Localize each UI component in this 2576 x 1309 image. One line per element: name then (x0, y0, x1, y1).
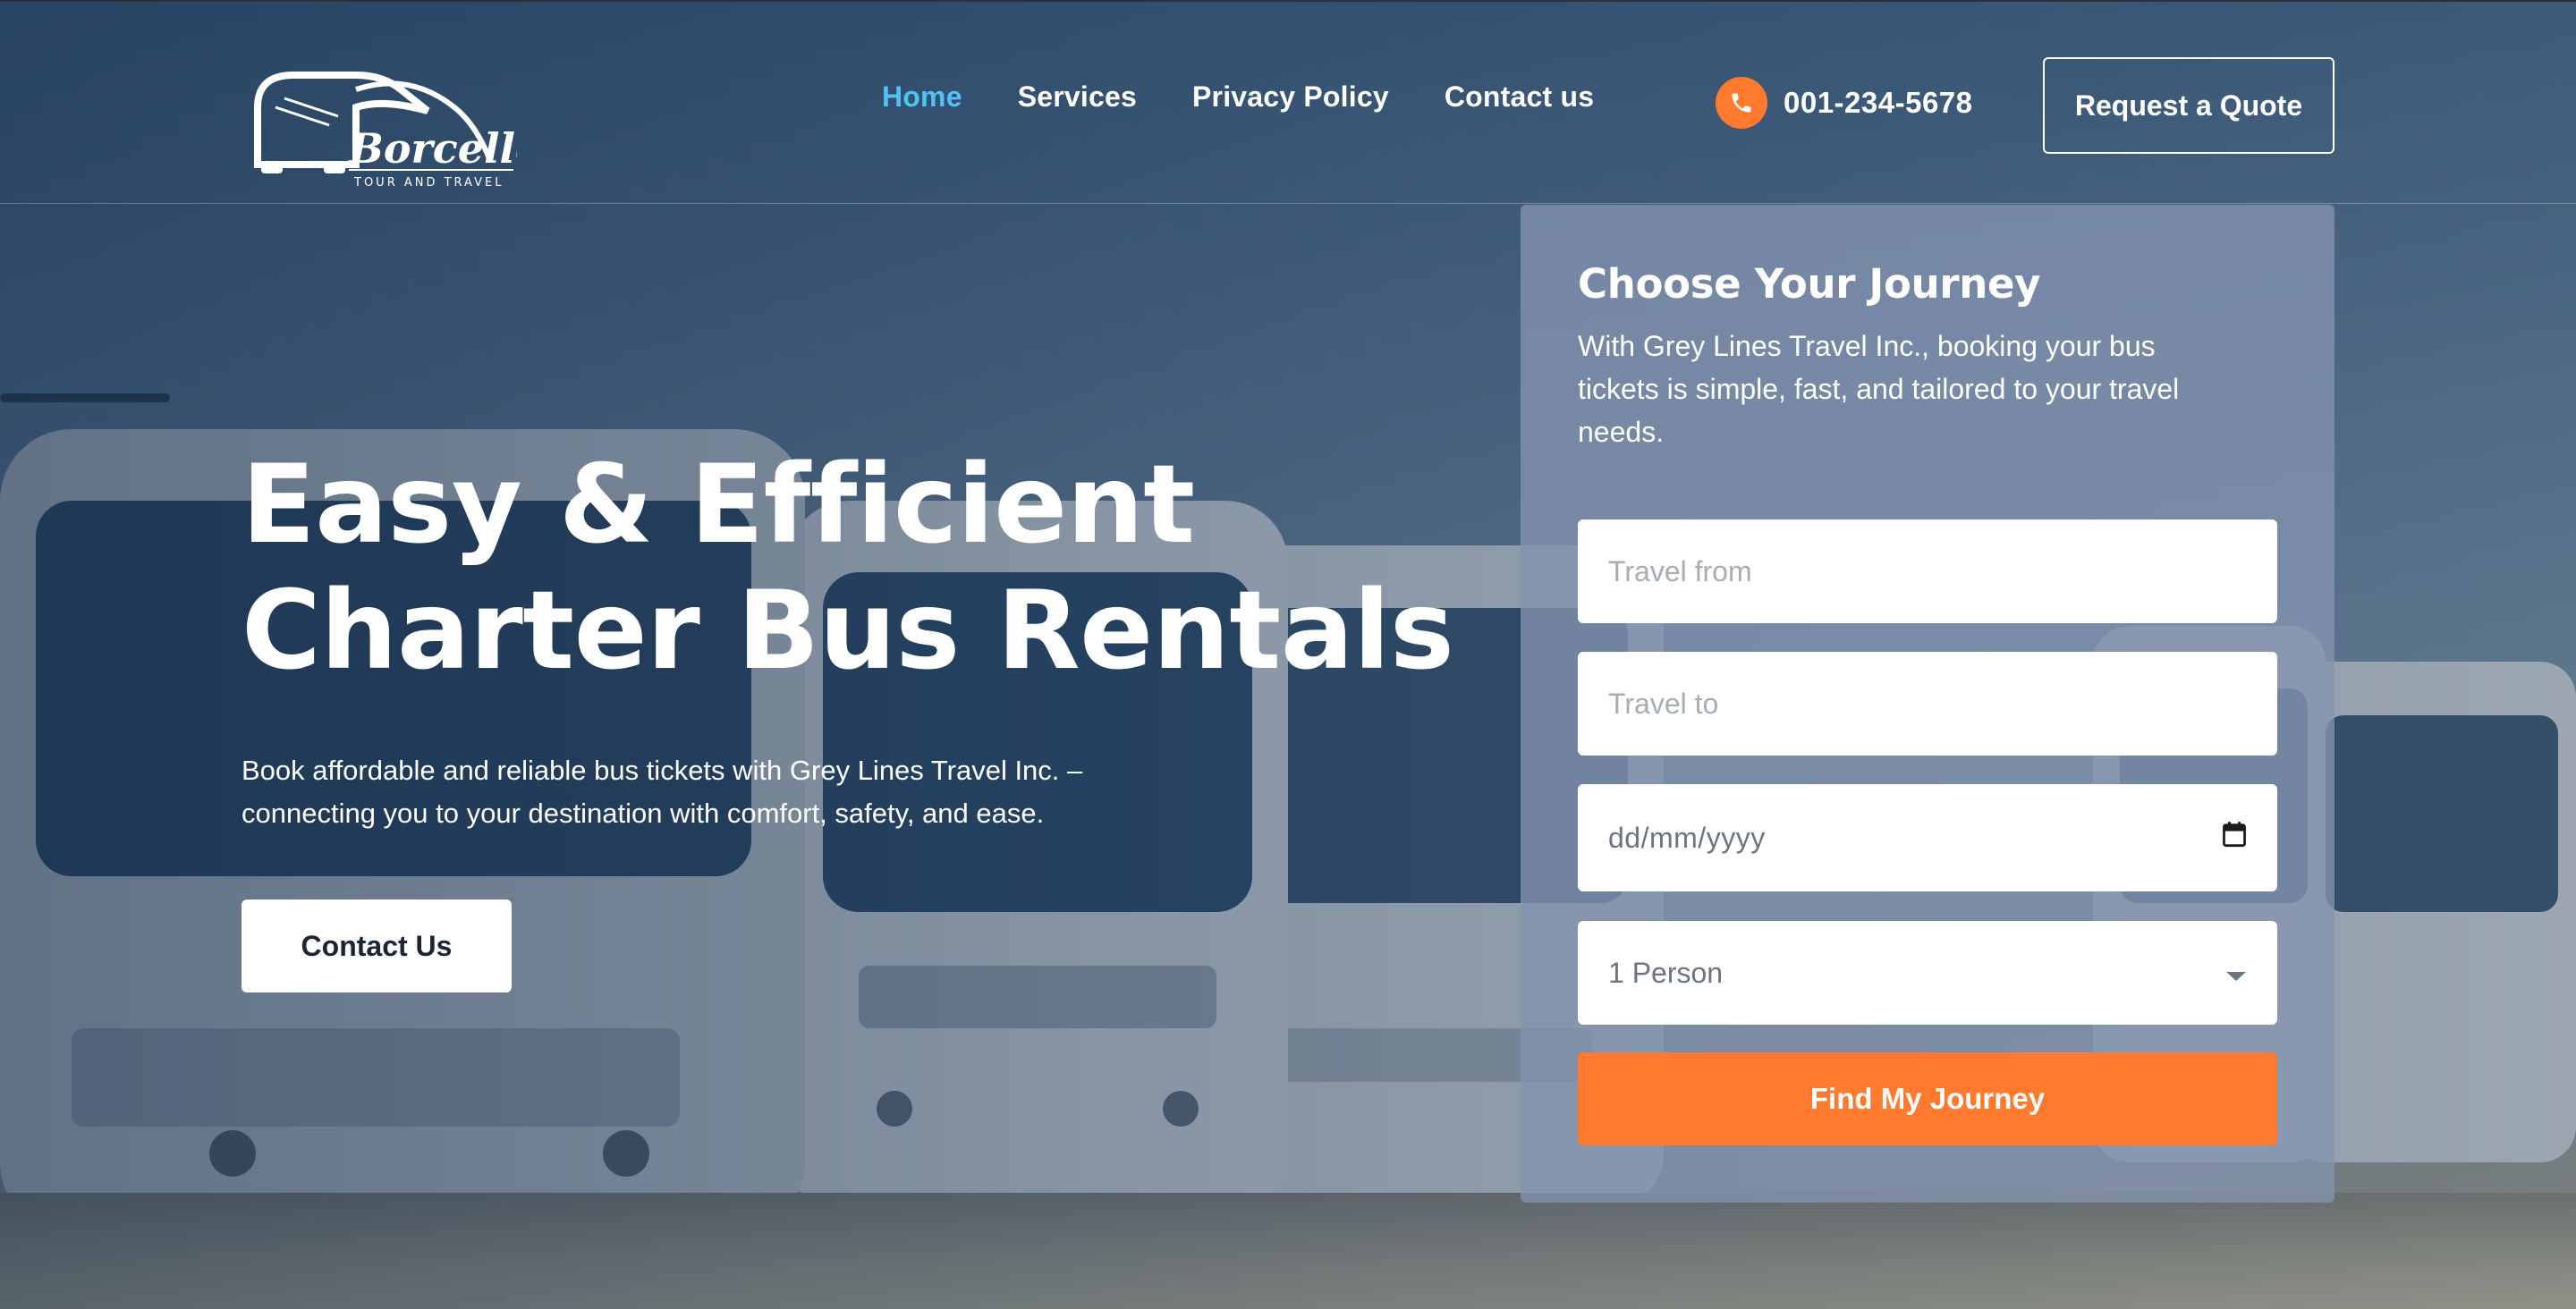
booking-description-line-1: With Grey Lines Travel Inc., booking you… (1578, 330, 2156, 362)
phone-icon (1716, 77, 1767, 129)
main-nav: Home Services Privacy Policy Contact us (882, 79, 1594, 114)
nav-item-privacy-policy[interactable]: Privacy Policy (1192, 79, 1389, 114)
hero-title-line-1: Easy & Efficient (242, 442, 1195, 568)
travel-to-input[interactable] (1608, 687, 2247, 721)
find-my-journey-button[interactable]: Find My Journey (1578, 1052, 2277, 1145)
nav-item-services[interactable]: Services (1018, 79, 1137, 114)
persons-selected-value[interactable]: 1 Person (1608, 957, 2225, 990)
hero-description-line-1: Book affordable and reliable bus tickets… (242, 755, 1083, 786)
travel-from-field[interactable] (1578, 519, 2277, 623)
hero-title: Easy & Efficient Charter Bus Rentals (242, 442, 1454, 694)
travel-date-field[interactable]: dd/mm/yyyy (1578, 784, 2277, 891)
contact-us-button[interactable]: Contact Us (242, 899, 512, 992)
booking-description-line-3: needs. (1578, 416, 1665, 448)
phone-contact[interactable]: 001-234-5678 (1716, 77, 1973, 129)
booking-title: Choose Your Journey (1578, 260, 2041, 308)
travel-to-field[interactable] (1578, 652, 2277, 756)
hero-title-line-2: Charter Bus Rentals (242, 568, 1454, 694)
booking-description-line-2: tickets is simple, fast, and tailored to… (1578, 373, 2180, 405)
site-header: Borcelle TOUR AND TRAVEL Home Services P… (0, 2, 2576, 204)
journey-booking-card: Choose Your Journey With Grey Lines Trav… (1521, 205, 2334, 1203)
request-quote-button[interactable]: Request a Quote (2043, 57, 2334, 154)
hero-description-line-2: connecting you to your destination with … (242, 798, 1045, 829)
travel-from-input[interactable] (1608, 554, 2247, 588)
nav-item-contact-us[interactable]: Contact us (1445, 79, 1594, 114)
phone-number: 001-234-5678 (1784, 86, 1973, 119)
brand-logo[interactable]: Borcelle TOUR AND TRAVEL (249, 72, 541, 191)
hero-description: Book affordable and reliable bus tickets… (242, 749, 1225, 835)
travel-date-input[interactable]: dd/mm/yyyy (1608, 822, 2222, 855)
nav-item-home[interactable]: Home (882, 79, 962, 114)
booking-description: With Grey Lines Travel Inc., booking you… (1578, 325, 2284, 453)
caret-down-icon[interactable] (2225, 957, 2247, 990)
persons-select[interactable]: 1 Person (1578, 921, 2277, 1025)
brand-name: Borcelle (347, 124, 517, 173)
calendar-icon[interactable] (2222, 821, 2247, 855)
bus-logo-icon: Borcelle TOUR AND TRAVEL (254, 72, 541, 190)
brand-tagline: TOUR AND TRAVEL (353, 176, 504, 190)
